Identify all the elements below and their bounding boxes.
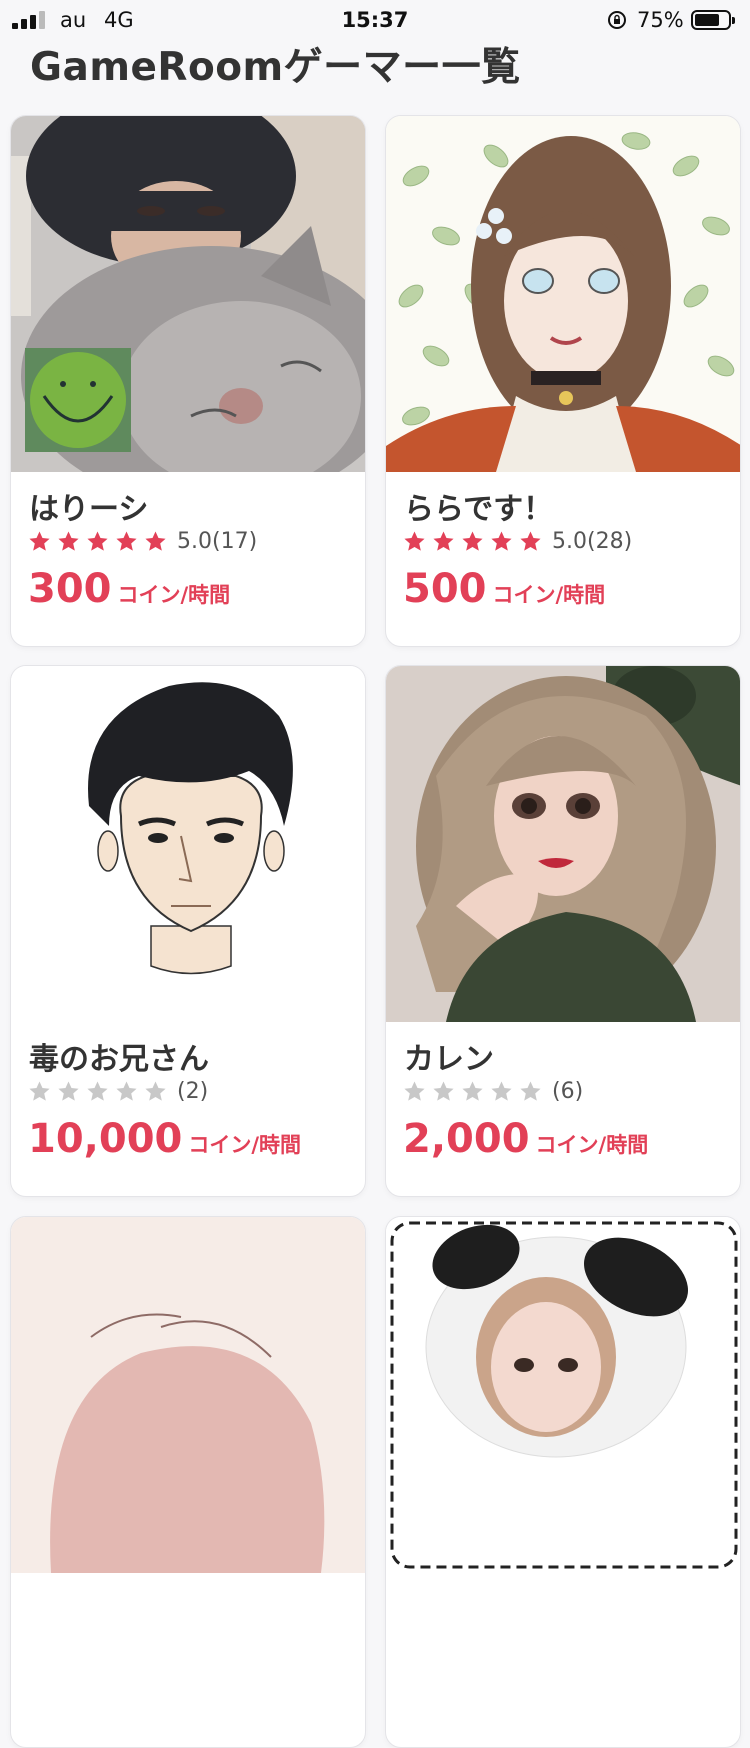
woman-long-curly-hair-photo	[386, 666, 740, 1022]
gamer-photo	[386, 116, 740, 472]
star-empty-icon	[87, 1080, 108, 1101]
gamer-name: はりーシ	[29, 492, 149, 527]
star-rating	[403, 530, 548, 553]
price-unit: コイン/時間	[117, 583, 231, 607]
star-empty-icon	[462, 1080, 483, 1101]
price-row: 2,000 コイン/時間	[403, 1116, 648, 1162]
rating-text: (2)	[177, 1078, 209, 1104]
gamer-card[interactable]: 毒のお兄さん (2) 10,000 コイン/時間	[10, 665, 366, 1197]
orientation-lock-icon	[608, 11, 626, 29]
star-rating	[28, 1080, 173, 1103]
star-filled-icon	[116, 530, 137, 551]
star-filled-icon	[404, 530, 425, 551]
rating-text: (6)	[552, 1078, 584, 1104]
price-value: 10,000	[28, 1116, 183, 1162]
star-empty-icon	[29, 1080, 50, 1101]
gamer-card[interactable]	[10, 1216, 366, 1748]
price-value: 300	[28, 566, 112, 612]
gamer-photo	[11, 116, 365, 472]
rating-row: (6)	[403, 1077, 583, 1105]
star-rating	[403, 1080, 548, 1103]
price-value: 2,000	[403, 1116, 530, 1162]
battery-icon	[691, 10, 735, 30]
star-filled-icon	[462, 530, 483, 551]
illustrated-man-avatar	[11, 666, 365, 1022]
gamer-photo	[386, 1217, 740, 1573]
battery-percent-label: 75%	[637, 8, 684, 32]
gamer-card[interactable]: はりーシ 5.0(17) 300 コイン/時間	[10, 115, 366, 647]
price-unit: コイン/時間	[535, 1133, 649, 1157]
star-empty-icon	[116, 1080, 137, 1101]
star-filled-icon	[87, 530, 108, 551]
star-empty-icon	[404, 1080, 425, 1101]
price-row: 10,000 コイン/時間	[28, 1116, 301, 1162]
gamer-card[interactable]: カレン (6) 2,000 コイン/時間	[385, 665, 741, 1197]
star-empty-icon	[58, 1080, 79, 1101]
star-rating	[28, 530, 173, 553]
illustrated-pink-hair-avatar	[11, 1217, 365, 1573]
price-value: 500	[403, 566, 487, 612]
star-empty-icon	[520, 1080, 541, 1101]
price-unit: コイン/時間	[188, 1133, 302, 1157]
rating-row: (2)	[28, 1077, 208, 1105]
star-filled-icon	[433, 530, 454, 551]
gamer-name: 毒のお兄さん	[29, 1042, 209, 1077]
star-empty-icon	[433, 1080, 454, 1101]
page-title: GameRoomゲーマー一覧	[30, 45, 521, 90]
gamer-name: ららです！	[404, 492, 554, 527]
gamer-card[interactable]	[385, 1216, 741, 1748]
star-filled-icon	[29, 530, 50, 551]
rating-row: 5.0(28)	[403, 527, 632, 555]
rating-text: 5.0(17)	[177, 528, 258, 554]
star-empty-icon	[491, 1080, 512, 1101]
status-bar: au 4G 15:37 75%	[0, 0, 750, 40]
price-row: 500 コイン/時間	[403, 566, 605, 612]
woman-panda-hood-photo	[386, 1217, 740, 1573]
rating-text: 5.0(28)	[552, 528, 633, 554]
price-row: 300 コイン/時間	[28, 566, 230, 612]
man-with-grey-cat-photo	[11, 116, 365, 472]
star-filled-icon	[145, 530, 166, 551]
gamer-photo	[11, 1217, 365, 1573]
illustrated-girl-with-leaves-avatar	[386, 116, 740, 472]
star-empty-icon	[145, 1080, 166, 1101]
rating-row: 5.0(17)	[28, 527, 257, 555]
price-unit: コイン/時間	[492, 583, 606, 607]
gamer-photo	[386, 666, 740, 1022]
gamer-name: カレン	[404, 1042, 494, 1077]
star-filled-icon	[520, 530, 541, 551]
gamer-card[interactable]: ららです！ 5.0(28) 500 コイン/時間	[385, 115, 741, 647]
star-filled-icon	[58, 530, 79, 551]
star-filled-icon	[491, 530, 512, 551]
gamer-photo	[11, 666, 365, 1022]
